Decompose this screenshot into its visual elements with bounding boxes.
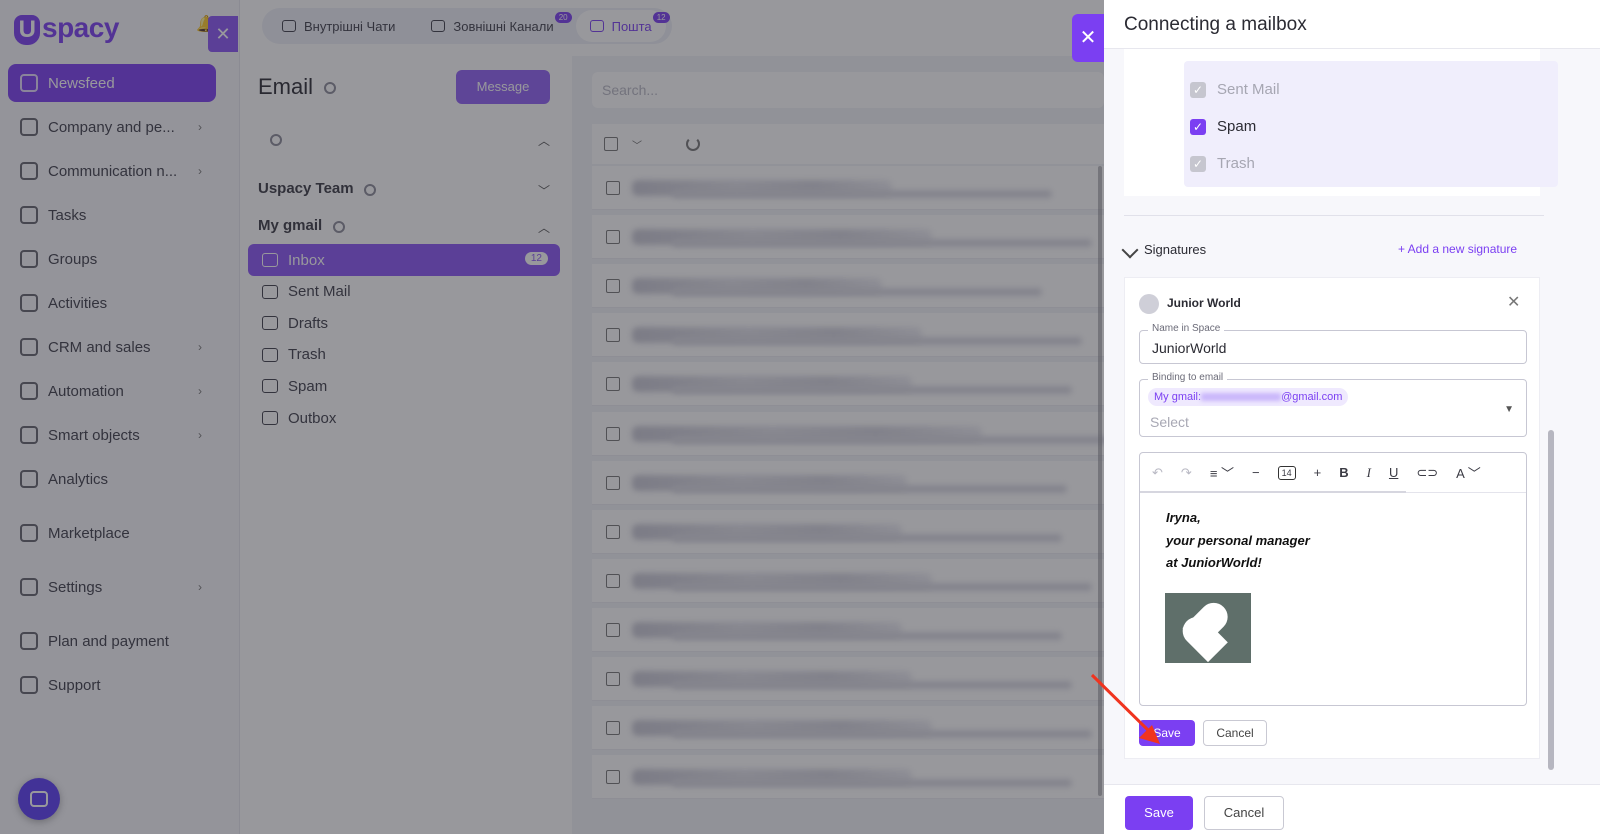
drawer-scrollbar[interactable] [1548,430,1554,770]
undo-icon[interactable]: ↶ [1152,465,1163,481]
decrease-font-icon[interactable]: − [1252,465,1260,480]
signature-name: Junior World [1167,296,1241,310]
text-color-icon[interactable]: A ﹀ [1456,463,1481,482]
signatures-heading: Signatures [1121,241,1206,258]
modal-overlay[interactable] [0,0,1104,834]
close-icon[interactable]: ✕ [1507,292,1520,312]
signature-body[interactable]: Iryna, your personal manager at JuniorWo… [1166,507,1310,575]
add-signature-link[interactable]: + Add a new signature [1398,242,1517,256]
folder-check-trash[interactable]: ✓ Trash [1190,155,1255,172]
signature-save-button[interactable]: Save [1139,720,1195,746]
checkbox-checked-icon[interactable]: ✓ [1190,118,1206,135]
checkbox-checked-icon[interactable]: ✓ [1190,155,1206,172]
editor-progress-bar [1140,491,1406,493]
link-icon[interactable]: ⊂⊃ [1416,465,1438,481]
pencil-icon [1121,241,1139,258]
checkbox-checked-icon[interactable]: ✓ [1190,81,1206,98]
folder-sync-box: ✓ Sent Mail ✓ Spam ✓ Trash [1124,49,1558,196]
email-chip[interactable]: My gmail: @gmail.com [1148,388,1349,406]
drawer-body: ✓ Sent Mail ✓ Spam ✓ Trash Signatures + … [1104,49,1600,784]
binding-to-email-select[interactable]: Binding to email My gmail: @gmail.com Sel… [1139,372,1527,437]
signature-editor[interactable]: ↶ ↷ ≡ ﹀ − 14 + B I U ⊂⊃ A ﹀ Iryna, your … [1139,452,1527,706]
drawer-footer: Save Cancel [1104,784,1600,834]
connect-mailbox-drawer: Connecting a mailbox ✓ Sent Mail ✓ Spam … [1104,0,1600,834]
align-icon[interactable]: ≡ ﹀ [1210,463,1234,482]
cancel-button[interactable]: Cancel [1204,796,1284,830]
save-button[interactable]: Save [1125,796,1193,830]
dropdown-arrow-icon[interactable]: ▼ [1504,404,1514,415]
close-drawer-button[interactable]: ✕ [1072,14,1104,62]
editor-toolbar: ↶ ↷ ≡ ﹀ − 14 + B I U ⊂⊃ A ﹀ [1140,453,1526,493]
font-size-input[interactable]: 14 [1277,465,1296,480]
bold-icon[interactable]: B [1339,465,1348,480]
signature-avatar-icon [1139,294,1159,314]
folder-check-sent-mail[interactable]: ✓ Sent Mail [1190,81,1280,98]
drawer-title: Connecting a mailbox [1124,14,1307,35]
increase-font-icon[interactable]: + [1314,465,1322,480]
signature-cancel-button[interactable]: Cancel [1203,720,1267,746]
underline-icon[interactable]: U [1389,465,1398,480]
signature-card: Junior World ✕ Name in Space JuniorWorld… [1124,277,1540,759]
signature-logo-image[interactable] [1165,593,1251,663]
folder-check-spam[interactable]: ✓ Spam [1190,118,1256,135]
italic-icon[interactable]: I [1367,465,1371,481]
heart-icon [1177,600,1239,662]
name-in-space-field[interactable]: Name in Space JuniorWorld [1139,323,1527,364]
divider [1124,215,1544,216]
redo-icon[interactable]: ↷ [1181,465,1192,481]
